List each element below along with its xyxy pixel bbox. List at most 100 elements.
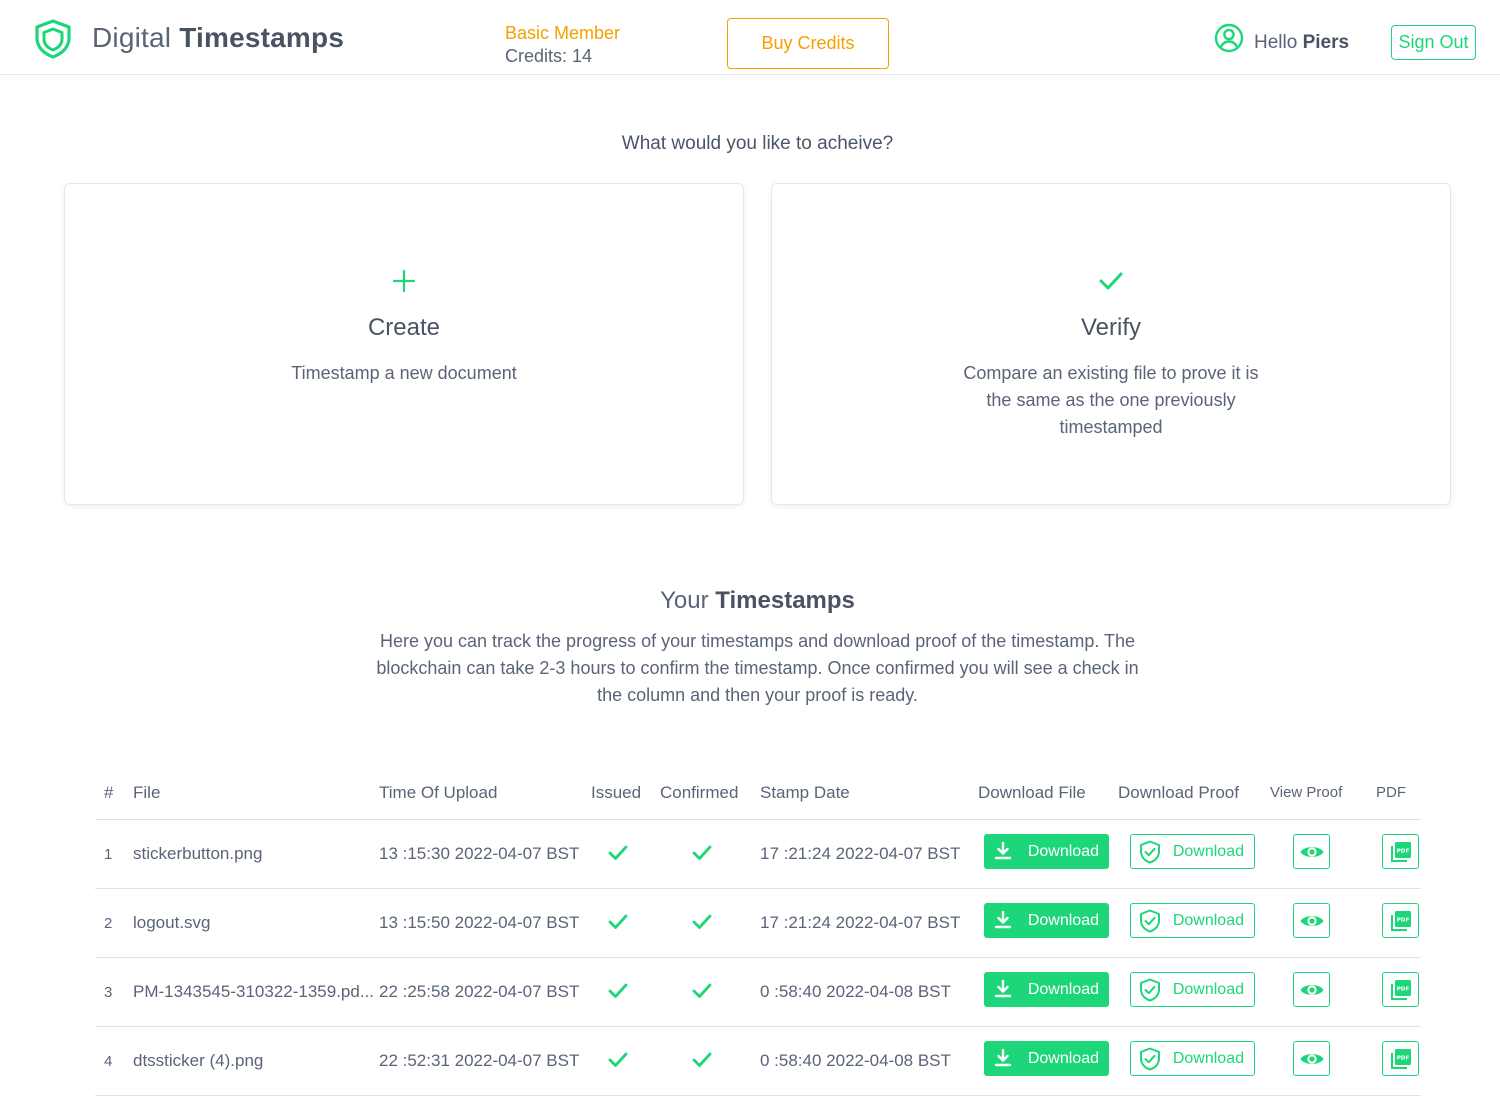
row-upload-time: 13 :15:30 2022-04-07 BST	[379, 844, 580, 863]
shield-check-icon	[1140, 978, 1160, 1002]
user-greeting: Hello Piers	[1254, 32, 1349, 54]
table-row: 2 logout.svg 13 :15:50 2022-04-07 BST 17…	[95, 889, 1421, 958]
verify-card[interactable]: Verify Compare an existing file to prove…	[771, 183, 1451, 505]
view-proof-button[interactable]	[1293, 834, 1330, 869]
shield-check-icon	[1140, 840, 1160, 864]
eye-icon	[1300, 915, 1323, 926]
issued-check-icon	[608, 983, 628, 998]
download-proof-label: Download	[1172, 911, 1244, 929]
shield-icon	[35, 19, 71, 59]
pdf-icon: PDF	[1390, 910, 1411, 931]
row-file-name: PM-1343545-310322-1359.pd...	[133, 982, 375, 1001]
col-time-of-upload: Time Of Upload	[379, 783, 498, 802]
issued-check-icon	[608, 845, 628, 860]
create-title: Create	[367, 314, 441, 341]
row-number: 2	[104, 915, 113, 932]
eye-icon	[1300, 984, 1323, 995]
view-proof-button[interactable]	[1293, 1041, 1330, 1076]
timestamps-title: Your Timestamps	[0, 587, 1500, 615]
svg-text:PDF: PDF	[1396, 917, 1409, 923]
download-arrow-icon	[994, 1049, 1012, 1067]
col-view-proof: View Proof	[1270, 784, 1343, 801]
row-file-name: dtssticker (4).png	[133, 1051, 264, 1070]
issued-check-icon	[608, 1052, 628, 1067]
download-file-button[interactable]: Download	[984, 834, 1109, 869]
view-proof-button[interactable]	[1293, 972, 1330, 1007]
confirmed-check-icon	[692, 1052, 712, 1067]
svg-text:PDF: PDF	[1396, 1055, 1409, 1061]
download-file-button[interactable]: Download	[984, 1041, 1109, 1076]
row-file-name: stickerbutton.png	[133, 844, 263, 863]
svg-text:PDF: PDF	[1396, 848, 1409, 854]
pdf-button[interactable]: PDF	[1382, 972, 1419, 1007]
row-number: 1	[104, 846, 113, 863]
download-proof-label: Download	[1172, 980, 1244, 998]
pdf-icon: PDF	[1390, 979, 1411, 1000]
row-stamp-date: 17 :21:24 2022-04-07 BST	[760, 844, 961, 863]
top-header: Digital Timestamps Basic Member Credits:…	[0, 0, 1500, 75]
timestamps-description: Here you can track the progress of your …	[376, 631, 1139, 705]
greeting-text: Hello	[1254, 32, 1298, 53]
download-file-label: Download	[1027, 980, 1099, 998]
row-upload-time: 13 :15:50 2022-04-07 BST	[379, 913, 580, 932]
confirmed-check-icon	[692, 914, 712, 929]
confirmed-check-icon	[692, 983, 712, 998]
shield-check-icon	[1140, 909, 1160, 933]
member-level: Basic Member	[505, 23, 621, 43]
svg-text:PDF: PDF	[1396, 986, 1409, 992]
pdf-button[interactable]: PDF	[1382, 1041, 1419, 1076]
col-download-file: Download File	[978, 783, 1086, 802]
buy-credits-button[interactable]: Buy Credits	[727, 18, 889, 69]
sign-out-button[interactable]: Sign Out	[1391, 25, 1476, 60]
table-header: # File Time Of Upload Issued Confirmed S…	[95, 770, 1421, 820]
row-upload-time: 22 :25:58 2022-04-07 BST	[379, 982, 580, 1001]
brand-bold: Timestamps	[179, 22, 345, 53]
row-stamp-date: 0 :58:40 2022-04-08 BST	[760, 982, 951, 1001]
col-confirmed: Confirmed	[660, 783, 739, 802]
row-number: 4	[104, 1053, 113, 1070]
table-row: 3 PM-1343545-310322-1359.pd... 22 :25:58…	[95, 958, 1421, 1027]
download-file-button[interactable]: Download	[984, 972, 1109, 1007]
achieve-question: What would you like to acheive?	[621, 133, 894, 154]
plus-icon	[392, 269, 416, 293]
download-proof-label: Download	[1172, 842, 1244, 860]
download-arrow-icon	[994, 911, 1012, 929]
user-circle-icon[interactable]	[1214, 23, 1244, 53]
verify-description: Compare an existing file to prove it is …	[963, 363, 1259, 437]
download-file-label: Download	[1027, 911, 1099, 929]
pdf-icon: PDF	[1390, 1048, 1411, 1069]
col-pdf: PDF	[1376, 784, 1406, 801]
download-proof-button[interactable]: Download	[1130, 834, 1255, 869]
row-upload-time: 22 :52:31 2022-04-07 BST	[379, 1051, 580, 1070]
download-proof-button[interactable]: Download	[1130, 903, 1255, 938]
eye-icon	[1300, 1053, 1323, 1064]
pdf-button[interactable]: PDF	[1382, 903, 1419, 938]
row-number: 3	[104, 984, 113, 1001]
table-row: 1 stickerbutton.png 13 :15:30 2022-04-07…	[95, 820, 1421, 889]
brand-light: Digital	[92, 22, 172, 53]
view-proof-button[interactable]	[1293, 903, 1330, 938]
download-file-label: Download	[1027, 1049, 1099, 1067]
eye-icon	[1300, 846, 1323, 857]
download-proof-label: Download	[1172, 1049, 1244, 1067]
create-description: Timestamp a new document	[291, 363, 517, 383]
issued-check-icon	[608, 914, 628, 929]
pdf-button[interactable]: PDF	[1382, 834, 1419, 869]
row-stamp-date: 17 :21:24 2022-04-07 BST	[760, 913, 961, 932]
download-arrow-icon	[994, 842, 1012, 860]
table-row: 4 dtssticker (4).png 22 :52:31 2022-04-0…	[95, 1027, 1421, 1096]
timestamps-title-bold: Timestamps	[715, 587, 855, 614]
col-number: #	[104, 783, 114, 802]
pdf-icon: PDF	[1390, 841, 1411, 862]
create-card[interactable]: Create Timestamp a new document	[64, 183, 744, 505]
col-issued: Issued	[591, 783, 642, 802]
col-stamp-date: Stamp Date	[760, 783, 850, 802]
timestamps-title-light: Your	[660, 587, 709, 614]
row-stamp-date: 0 :58:40 2022-04-08 BST	[760, 1051, 951, 1070]
brand-name[interactable]: Digital Timestamps	[92, 22, 344, 54]
download-file-button[interactable]: Download	[984, 903, 1109, 938]
download-proof-button[interactable]: Download	[1130, 972, 1255, 1007]
verify-title: Verify	[1080, 314, 1142, 341]
download-proof-button[interactable]: Download	[1130, 1041, 1255, 1076]
check-icon	[1099, 272, 1123, 290]
